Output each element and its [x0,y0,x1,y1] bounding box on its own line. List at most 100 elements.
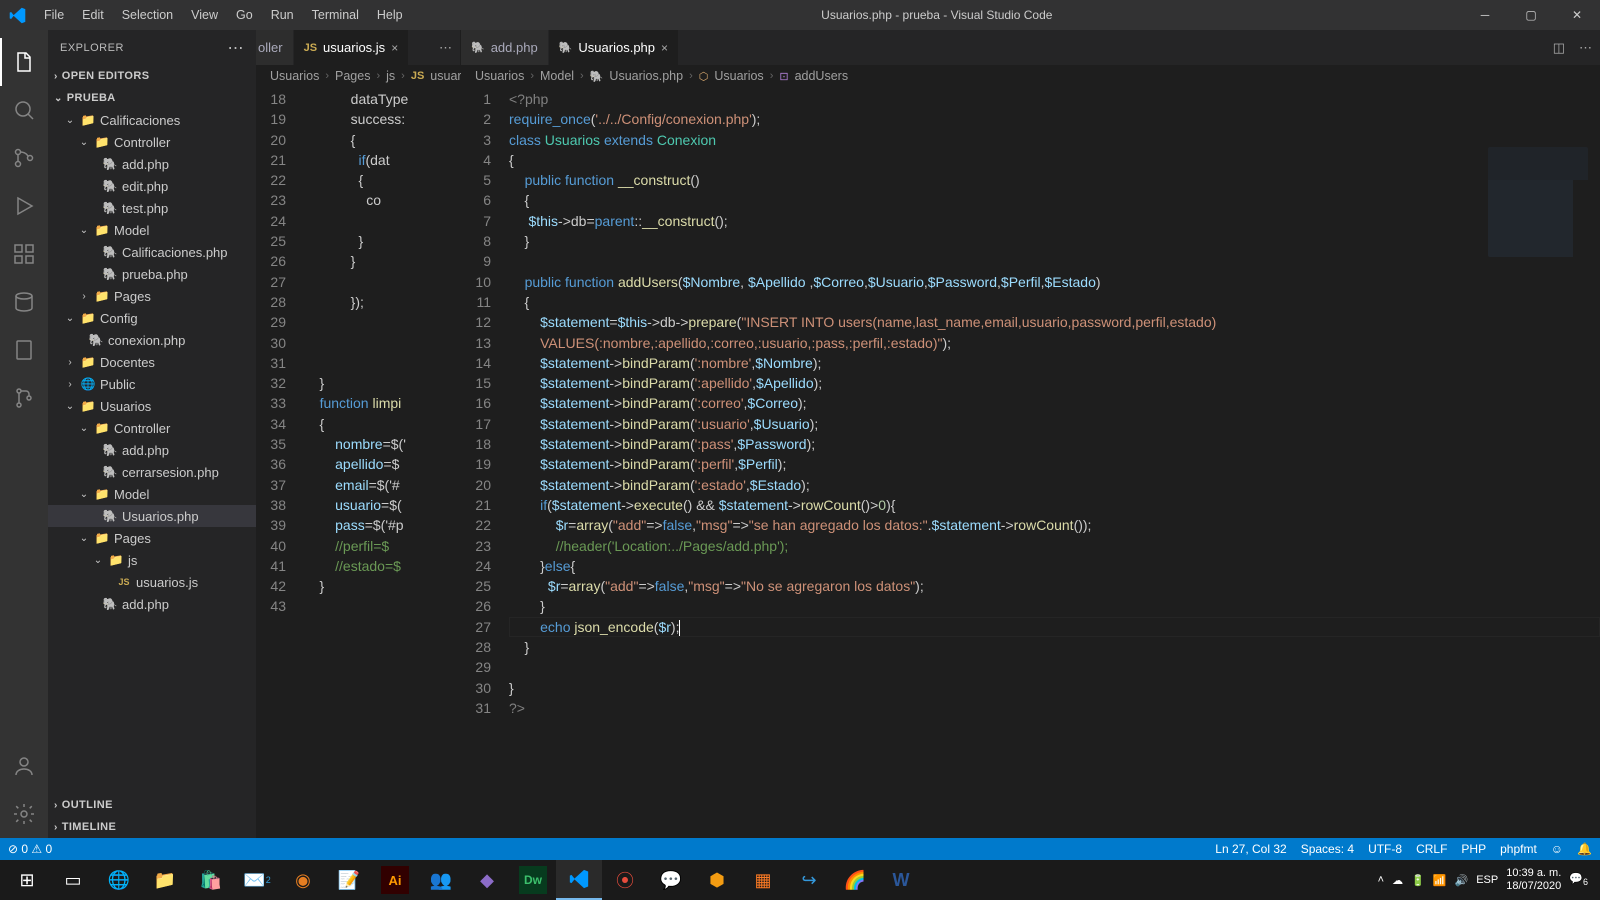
menu-terminal[interactable]: Terminal [303,0,368,30]
split-icon[interactable]: ◫ [1553,40,1565,56]
bookmark-icon[interactable] [0,326,48,374]
sticky-notes-icon[interactable]: 📝 [326,860,372,900]
code-right[interactable]: <?phprequire_once('../../Config/conexion… [509,87,1600,838]
visual-studio-icon[interactable]: ◆ [464,860,510,900]
minimize-button[interactable]: ─ [1462,0,1508,30]
tray-battery-icon[interactable]: 🔋 [1411,874,1425,887]
menu-help[interactable]: Help [368,0,412,30]
database-icon[interactable] [0,278,48,326]
folder-config[interactable]: ⌄📁Config [48,307,256,329]
tray-chevron-icon[interactable]: ˄ [1378,874,1384,886]
edge-icon[interactable]: 🌐 [96,860,142,900]
tray-notifications-icon[interactable]: 💬6 [1569,872,1588,887]
tray-wifi-icon[interactable]: 📶 [1433,874,1447,887]
folder-public[interactable]: ›🌐Public [48,373,256,395]
outline-section[interactable]: ›OUTLINE [48,794,256,816]
share-icon[interactable]: ↪ [786,860,832,900]
settings-gear-icon[interactable] [0,790,48,838]
chrome-icon[interactable]: 🌈 [832,860,878,900]
status-errors[interactable]: ⊘ 0 ⚠ 0 [8,842,52,856]
extensions-icon[interactable] [0,230,48,278]
menu-run[interactable]: Run [262,0,303,30]
tab-hidden[interactable]: oller [256,30,294,65]
groove-icon[interactable]: ◉ [280,860,326,900]
folder-docentes[interactable]: ›📁Docentes [48,351,256,373]
more-icon[interactable]: ⋯ [439,40,452,56]
tab-add-php[interactable]: 🐘add.php [461,30,549,65]
folder-model[interactable]: ⌄📁Model [48,219,256,241]
close-icon[interactable]: × [391,41,398,55]
folder-js[interactable]: ⌄📁js [48,549,256,571]
search-icon[interactable] [0,86,48,134]
file-test-php[interactable]: 🐘test.php [48,197,256,219]
folder-pages-2[interactable]: ⌄📁Pages [48,527,256,549]
minimap[interactable] [1488,147,1588,257]
more-icon[interactable]: ⋯ [1579,40,1592,56]
illustrator-icon[interactable]: Ai [381,866,409,894]
git-icon[interactable] [0,374,48,422]
file-calificaciones-php[interactable]: 🐘Calificaciones.php [48,241,256,263]
file-explorer-icon[interactable]: 📁 [142,860,188,900]
task-view-icon[interactable]: ▭ [50,860,96,900]
open-editors-section[interactable]: ›OPEN EDITORS [48,65,256,87]
folder-pages[interactable]: ›📁Pages [48,285,256,307]
close-button[interactable]: ✕ [1554,0,1600,30]
file-cerrarsesion-php[interactable]: 🐘cerrarsesion.php [48,461,256,483]
file-usuarios-js[interactable]: JSusuarios.js [48,571,256,593]
status-bell-icon[interactable]: 🔔 [1577,842,1592,856]
status-spaces[interactable]: Spaces: 4 [1301,842,1354,856]
code-left[interactable]: dataType success: { if(dat { co } } }); … [304,87,460,838]
breadcrumb-left[interactable]: Usuarios› Pages› js› JSusuario... [256,65,460,87]
start-button[interactable]: ⊞ [4,860,50,900]
menu-edit[interactable]: Edit [73,0,113,30]
menu-go[interactable]: Go [227,0,262,30]
tray-onedrive-icon[interactable]: ☁ [1392,874,1403,887]
store-icon[interactable]: 🛍️ [188,860,234,900]
folder-controller[interactable]: ⌄📁Controller [48,131,256,153]
menu-selection[interactable]: Selection [113,0,182,30]
app-icon[interactable]: ⦿ [602,860,648,900]
status-encoding[interactable]: UTF-8 [1368,842,1402,856]
source-control-icon[interactable] [0,134,48,182]
whatsapp-icon[interactable]: 💬 [648,860,694,900]
menu-file[interactable]: File [35,0,73,30]
file-usuarios-php[interactable]: 🐘Usuarios.php [48,505,256,527]
status-eol[interactable]: CRLF [1416,842,1447,856]
status-feedback-icon[interactable]: ☺ [1551,842,1563,856]
status-cursor-pos[interactable]: Ln 27, Col 32 [1215,842,1286,856]
tray-clock[interactable]: 10:39 a. m.18/07/2020 [1506,867,1561,893]
dreamweaver-icon[interactable]: Dw [519,866,547,894]
file-prueba-php[interactable]: 🐘prueba.php [48,263,256,285]
run-debug-icon[interactable] [0,182,48,230]
word-icon[interactable]: W [878,860,924,900]
tray-volume-icon[interactable]: 🔊 [1455,874,1469,887]
folder-model-2[interactable]: ⌄📁Model [48,483,256,505]
file-add-php-2[interactable]: 🐘add.php [48,439,256,461]
breadcrumb-right[interactable]: Usuarios› Model› 🐘Usuarios.php› ⬡Usuario… [461,65,1600,87]
app-icon-2[interactable]: ⬢ [694,860,740,900]
file-add-php-3[interactable]: 🐘add.php [48,593,256,615]
file-conexion-php[interactable]: 🐘conexion.php [48,329,256,351]
tab-usuarios-php[interactable]: 🐘Usuarios.php× [549,30,679,65]
tray-language[interactable]: ESP [1476,874,1498,886]
status-language[interactable]: PHP [1461,842,1486,856]
timeline-section[interactable]: ›TIMELINE [48,816,256,838]
file-edit-php[interactable]: 🐘edit.php [48,175,256,197]
menu-view[interactable]: View [182,0,227,30]
file-add-php[interactable]: 🐘add.php [48,153,256,175]
explorer-icon[interactable] [0,38,48,86]
xampp-icon[interactable]: ▦ [740,860,786,900]
account-icon[interactable] [0,742,48,790]
maximize-button[interactable]: ▢ [1508,0,1554,30]
mail-icon[interactable]: ✉️2 [234,860,280,900]
teams-icon[interactable]: 👥 [418,860,464,900]
status-formatter[interactable]: phpfmt [1500,842,1537,856]
more-icon[interactable]: ⋯ [228,38,245,58]
vscode-taskbar-icon[interactable] [556,860,602,900]
close-icon[interactable]: × [661,41,668,55]
folder-calificaciones[interactable]: ⌄📁Calificaciones [48,109,256,131]
folder-usuarios[interactable]: ⌄📁Usuarios [48,395,256,417]
tab-usuarios-js[interactable]: JSusuarios.js× [294,30,410,65]
project-section[interactable]: ⌄PRUEBA [48,87,256,109]
folder-controller-2[interactable]: ⌄📁Controller [48,417,256,439]
